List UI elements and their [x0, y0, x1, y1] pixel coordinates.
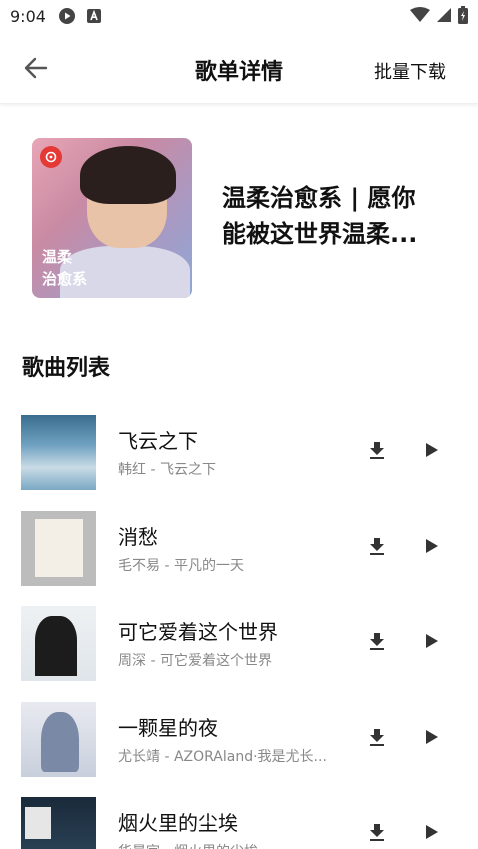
- song-subtitle: 毛不易 - 平凡的一天: [118, 557, 244, 574]
- song-list: 飞云之下 韩红 - 飞云之下 消愁 毛不易 - 平凡的一天 可它爱着这个世界 周…: [0, 405, 478, 849]
- download-button[interactable]: [364, 726, 390, 752]
- song-subtitle: 周深 - 可它爱着这个世界: [118, 653, 272, 669]
- cover-caption: 温柔 治愈系: [42, 248, 88, 288]
- wifi-icon: [410, 7, 430, 27]
- batch-download-button[interactable]: 批量下载: [374, 58, 446, 84]
- song-cover: [21, 701, 96, 777]
- song-title: 消愁: [118, 524, 158, 549]
- song-row[interactable]: 可它爱着这个世界 周深 - 可它爱着这个世界: [0, 596, 478, 692]
- song-subtitle: 华晨宇 - 烟火里的尘埃: [118, 841, 348, 849]
- song-list-title: 歌曲列表: [22, 356, 111, 381]
- play-icon: [422, 728, 440, 750]
- song-cover: [21, 415, 96, 490]
- play-icon: [422, 537, 440, 559]
- download-icon: [367, 440, 387, 464]
- download-button[interactable]: [364, 821, 390, 847]
- app-bar: 歌单详情 批量下载: [0, 32, 478, 104]
- status-bar: 9:04: [0, 0, 478, 32]
- playlist-cover: 温柔 治愈系: [32, 138, 192, 298]
- song-title: 飞云之下: [118, 429, 198, 453]
- download-icon: [367, 822, 387, 846]
- playlist-name: 温柔治愈系 | 愿你 能被这世界温柔...: [222, 184, 418, 248]
- song-row[interactable]: 飞云之下 韩红 - 飞云之下: [0, 405, 478, 501]
- download-icon: [367, 727, 387, 751]
- play-icon: [422, 632, 440, 654]
- play-circle-icon: [58, 7, 76, 25]
- battery-icon: [458, 6, 468, 28]
- play-button[interactable]: [418, 821, 444, 847]
- song-subtitle: 韩红 - 飞云之下: [118, 462, 216, 478]
- song-cover: [21, 606, 96, 681]
- song-row[interactable]: 烟火里的尘埃 华晨宇 - 烟火里的尘埃: [0, 787, 478, 849]
- font-a-icon: [86, 8, 102, 24]
- song-title: 烟火里的尘埃: [118, 811, 238, 835]
- download-icon: [367, 631, 387, 655]
- song-row[interactable]: 消愁 毛不易 - 平凡的一天: [0, 501, 478, 597]
- play-icon: [422, 823, 440, 845]
- playlist-header: 温柔 治愈系 温柔治愈系 | 愿你 能被这世界温柔...: [0, 104, 478, 334]
- signal-icon: [436, 7, 452, 27]
- play-button[interactable]: [418, 439, 444, 465]
- play-icon: [422, 441, 440, 463]
- cover-figure-hair: [80, 146, 176, 204]
- play-button[interactable]: [418, 630, 444, 656]
- song-title: 一颗星的夜: [118, 715, 218, 740]
- song-title: 可它爱着这个世界: [118, 620, 278, 644]
- netease-logo-icon: [40, 146, 62, 168]
- play-button[interactable]: [418, 726, 444, 752]
- song-cover: [21, 797, 96, 849]
- download-button[interactable]: [364, 439, 390, 465]
- song-cover: [21, 510, 96, 586]
- download-button[interactable]: [364, 630, 390, 656]
- download-icon: [367, 536, 387, 560]
- song-row[interactable]: 一颗星的夜 尤长靖 - AZORAland·我是尤长...: [0, 692, 478, 788]
- status-time: 9:04: [10, 6, 46, 26]
- song-subtitle: 尤长靖 - AZORAland·我是尤长...: [118, 748, 327, 765]
- play-button[interactable]: [418, 535, 444, 561]
- download-button[interactable]: [364, 535, 390, 561]
